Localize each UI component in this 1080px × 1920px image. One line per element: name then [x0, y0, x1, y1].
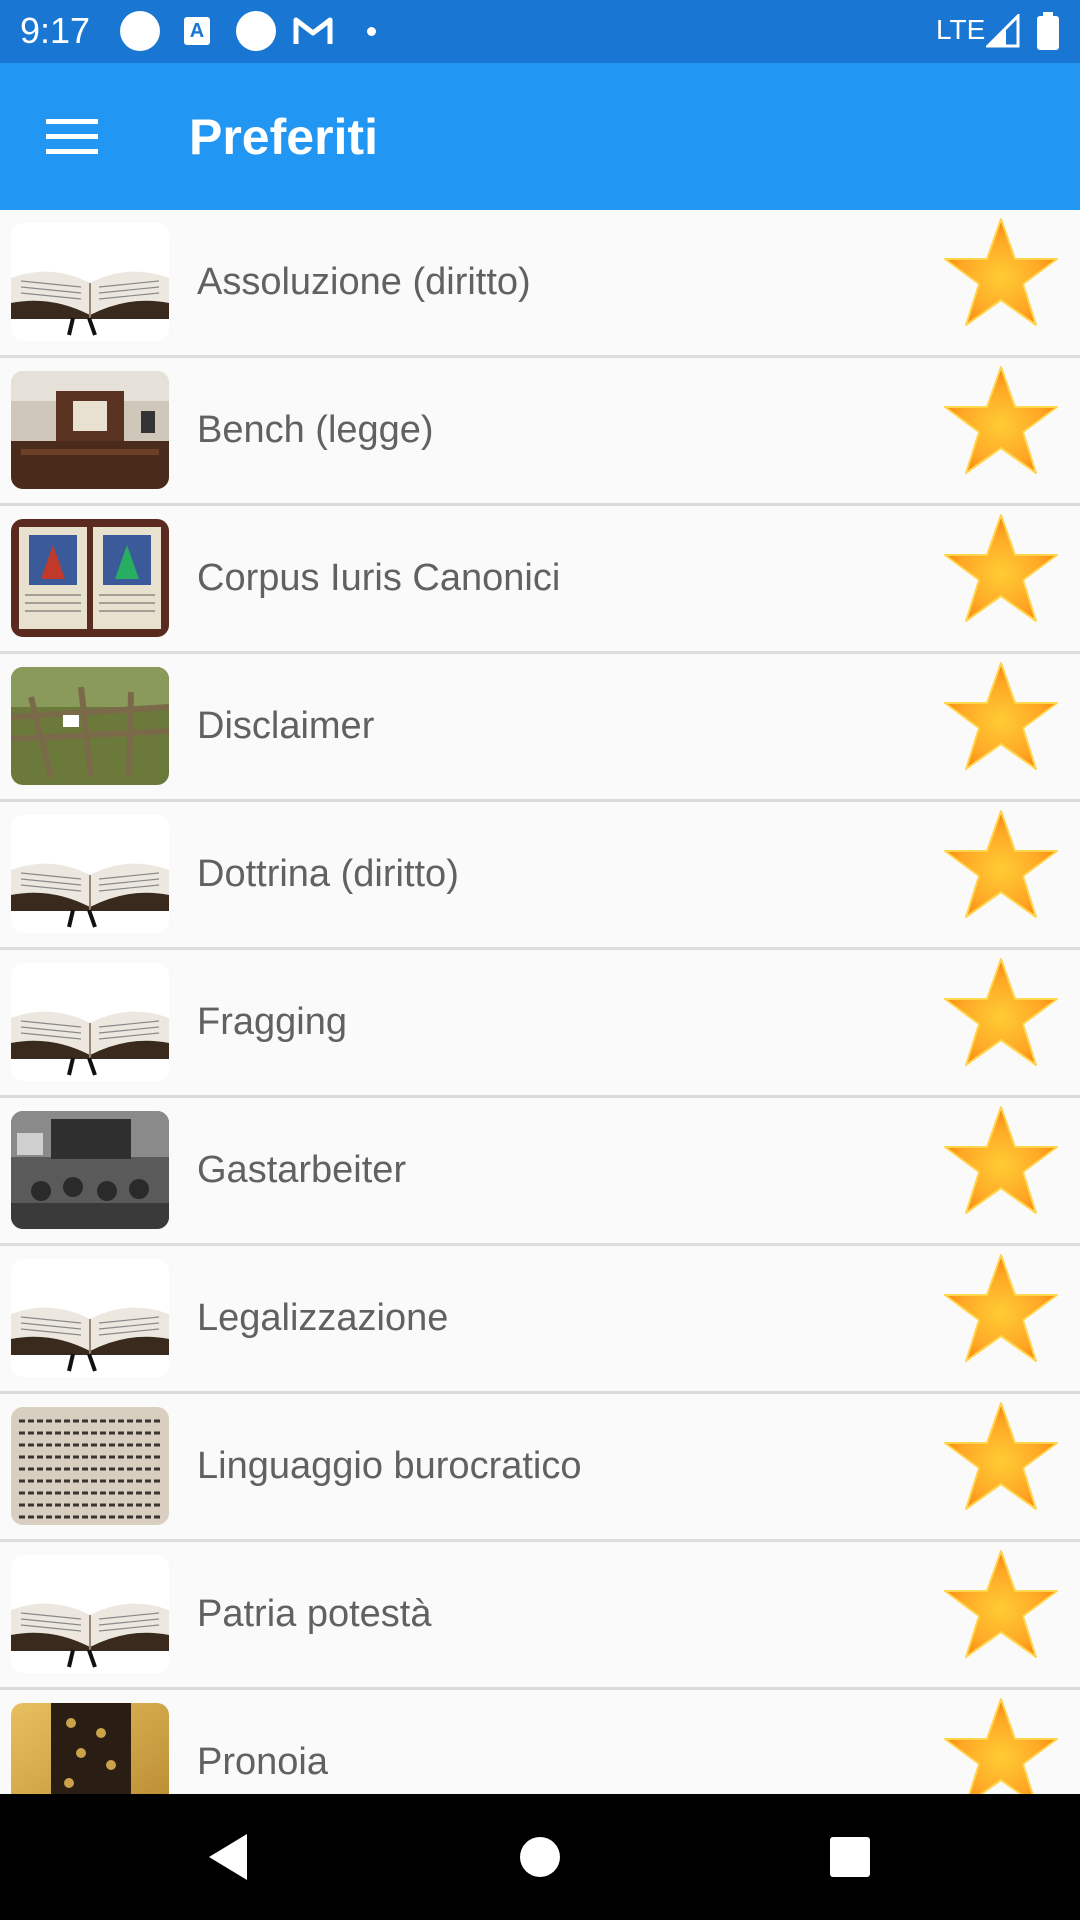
- book-thumbnail: [11, 1555, 169, 1673]
- star-icon[interactable]: [939, 1545, 1063, 1669]
- hamburger-menu-icon[interactable]: [34, 103, 110, 171]
- star-icon[interactable]: [939, 1249, 1063, 1373]
- recents-square-icon[interactable]: [818, 1828, 882, 1886]
- item-title: Bench (legge): [197, 409, 434, 451]
- dot-icon: [350, 10, 392, 52]
- star-icon[interactable]: [939, 361, 1063, 485]
- back-triangle-icon[interactable]: [196, 1828, 260, 1886]
- text-page-thumbnail: [11, 1407, 169, 1525]
- list-item[interactable]: Gastarbeiter: [0, 1098, 1080, 1246]
- network-type: LTE: [936, 14, 986, 45]
- system-nav-bar: [0, 1794, 1080, 1920]
- signal-icon: [982, 10, 1024, 52]
- item-title: Fragging: [197, 1001, 347, 1043]
- item-title: Assoluzione (diritto): [197, 261, 531, 303]
- home-circle-icon[interactable]: [508, 1828, 572, 1886]
- item-title: Pronoia: [197, 1741, 328, 1783]
- list-item[interactable]: Legalizzazione: [0, 1246, 1080, 1394]
- list-item[interactable]: Bench (legge): [0, 358, 1080, 506]
- gmail-icon: [292, 10, 334, 52]
- battery-icon: [1027, 10, 1069, 52]
- item-title: Disclaimer: [197, 705, 375, 747]
- book-thumbnail: [11, 815, 169, 933]
- list-item[interactable]: Fragging: [0, 950, 1080, 1098]
- list-item[interactable]: Disclaimer: [0, 654, 1080, 802]
- courtroom-thumbnail: [11, 371, 169, 489]
- star-icon[interactable]: [939, 1101, 1063, 1225]
- notification-circle-icon: [235, 10, 277, 52]
- classroom-thumbnail: [11, 1111, 169, 1229]
- star-icon[interactable]: [939, 953, 1063, 1077]
- page-title: Preferiti: [189, 109, 378, 165]
- item-title: Dottrina (diritto): [197, 853, 459, 895]
- status-time: 9:17: [20, 10, 91, 51]
- star-icon[interactable]: [939, 213, 1063, 337]
- notification-circle-icon: [119, 10, 161, 52]
- list-item[interactable]: Patria potestà: [0, 1542, 1080, 1690]
- fence-thumbnail: [11, 667, 169, 785]
- book-thumbnail: [11, 223, 169, 341]
- book-thumbnail: [11, 963, 169, 1081]
- list-item[interactable]: Assoluzione (diritto): [0, 210, 1080, 358]
- list-item[interactable]: Linguaggio burocratico: [0, 1394, 1080, 1542]
- favorites-list: Assoluzione (diritto) Bench (legge) Corp…: [0, 210, 1080, 1835]
- star-icon[interactable]: [939, 657, 1063, 781]
- item-title: Corpus Iuris Canonici: [197, 557, 561, 599]
- item-title: Linguaggio burocratico: [197, 1445, 582, 1487]
- star-icon[interactable]: [939, 805, 1063, 929]
- item-title: Gastarbeiter: [197, 1149, 407, 1191]
- list-item[interactable]: Corpus Iuris Canonici: [0, 506, 1080, 654]
- status-bar: 9:17 A LTE: [0, 0, 1080, 63]
- app-bar: Preferiti: [0, 63, 1080, 210]
- item-title: Patria potestà: [197, 1593, 432, 1635]
- book-thumbnail: [11, 1259, 169, 1377]
- a-app-icon: A: [176, 10, 218, 52]
- item-title: Legalizzazione: [197, 1297, 449, 1339]
- star-icon[interactable]: [939, 1397, 1063, 1521]
- list-item[interactable]: Dottrina (diritto): [0, 802, 1080, 950]
- star-icon[interactable]: [939, 509, 1063, 633]
- manuscript-thumbnail: [11, 519, 169, 637]
